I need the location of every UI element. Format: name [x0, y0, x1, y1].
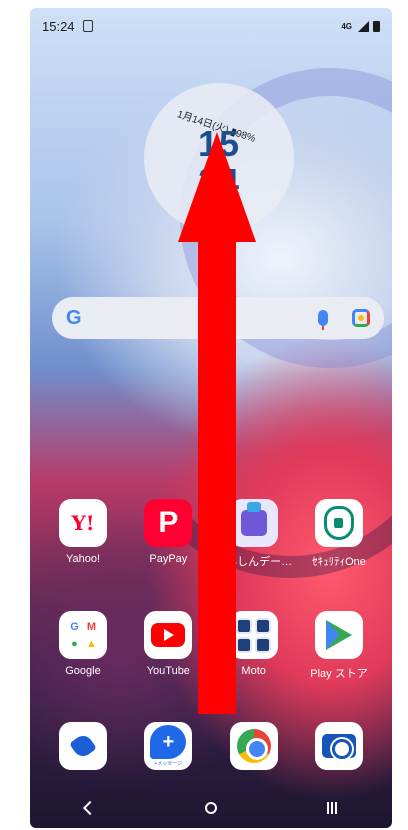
moto-app-icon: [255, 636, 272, 653]
moto-app-icon: [255, 617, 272, 634]
app-label: PayPay: [149, 553, 188, 565]
dock-plus-message[interactable]: + +メッセージ: [129, 716, 207, 786]
phone-icon: [59, 722, 107, 770]
dock-chrome[interactable]: [215, 716, 293, 786]
plus-message-icon: + +メッセージ: [144, 722, 193, 770]
shield-glyph: [323, 506, 354, 540]
app-label: YouTube: [146, 665, 190, 677]
app-label: Play ストア: [310, 668, 368, 680]
app-label: Yahoo!: [65, 553, 101, 565]
app-grid: Y! Yahoo! P PayPay あんしんデー… ｾｷｭﾘﾃｨOne G M…: [30, 493, 392, 717]
dock-phone[interactable]: [44, 716, 122, 786]
plus-message-glyph: +: [150, 725, 187, 759]
shield-lock-icon: [314, 499, 363, 547]
chrome-glyph: [236, 729, 271, 763]
status-time: 15:24: [42, 18, 75, 34]
app-paypay[interactable]: P PayPay: [129, 493, 207, 593]
chrome-icon: [229, 722, 278, 770]
camera-glyph: [321, 734, 356, 759]
youtube-icon: [144, 611, 193, 659]
paypay-glyph: P: [144, 499, 193, 547]
yahoo-icon: Y!: [59, 499, 107, 547]
play-glyph: [325, 620, 352, 650]
yahoo-glyph: Y!: [71, 511, 95, 535]
camera-icon: [314, 722, 363, 770]
app-label: Moto: [241, 665, 266, 677]
google-g-icon: G: [70, 620, 79, 633]
battery-icon: [373, 20, 380, 32]
app-row: G M ● ▲ Google YouTube Moto Play ストア: [30, 605, 392, 705]
clock-widget[interactable]: 1月14日(火) ▮98% 15 24: [144, 83, 294, 233]
youtube-glyph: [151, 623, 186, 647]
moto-folder-icon: [229, 611, 278, 659]
clock-hour: 15: [197, 123, 241, 164]
app-yahoo[interactable]: Y! Yahoo!: [44, 493, 122, 593]
dock: + +メッセージ: [30, 716, 392, 786]
home-icon[interactable]: [205, 802, 217, 814]
status-indicators: 4G: [341, 20, 380, 32]
moto-app-icon: [236, 617, 253, 634]
app-youtube[interactable]: YouTube: [129, 605, 207, 705]
app-play-store[interactable]: Play ストア: [300, 605, 378, 705]
status-bar: 15:24 4G: [30, 8, 392, 44]
back-icon[interactable]: [82, 800, 98, 816]
mic-icon[interactable]: [318, 310, 328, 330]
plus-message-caption: +メッセージ: [154, 761, 183, 767]
google-folder-grid: G M ● ▲: [68, 620, 99, 651]
moto-app-icon: [236, 636, 253, 653]
google-apps-folder-icon: G M ● ▲: [59, 611, 107, 659]
lock-glyph: [334, 518, 344, 528]
play-store-icon: [314, 611, 363, 659]
home-screen: 15:24 4G 1月14日(火) ▮98% 15 24 G Y! Yahoo!: [30, 8, 392, 828]
clock-minute: 24: [197, 161, 241, 202]
lens-icon[interactable]: [352, 309, 370, 327]
phone-glyph: [69, 732, 97, 760]
app-label: Google: [65, 665, 101, 677]
app-moto-folder[interactable]: Moto: [215, 605, 293, 705]
anshin-data-icon: [229, 499, 278, 547]
dock-camera[interactable]: [300, 716, 378, 786]
app-google-folder[interactable]: G M ● ▲ Google: [44, 605, 122, 705]
recent-apps-icon[interactable]: [327, 802, 337, 814]
google-search-bar[interactable]: G: [52, 297, 384, 339]
app-row: Y! Yahoo! P PayPay あんしんデー… ｾｷｭﾘﾃｨOne: [30, 493, 392, 593]
notification-icon: [82, 20, 93, 32]
google-logo-icon: G: [66, 306, 82, 329]
paypay-icon: P: [144, 499, 193, 547]
signal-icon: [358, 20, 369, 32]
network-label: 4G: [341, 21, 352, 31]
app-label: あんしんデー…: [215, 556, 293, 568]
moto-folder-grid: [236, 617, 272, 653]
gmail-icon: M: [86, 620, 97, 633]
maps-icon: ●: [71, 637, 78, 650]
app-anshin-data[interactable]: あんしんデー…: [215, 493, 293, 593]
navigation-bar: [30, 788, 392, 828]
anshin-glyph: [240, 502, 267, 536]
app-security-one[interactable]: ｾｷｭﾘﾃｨOne: [300, 493, 378, 593]
drive-icon: ▲: [86, 637, 97, 650]
app-label: ｾｷｭﾘﾃｨOne: [312, 556, 366, 568]
